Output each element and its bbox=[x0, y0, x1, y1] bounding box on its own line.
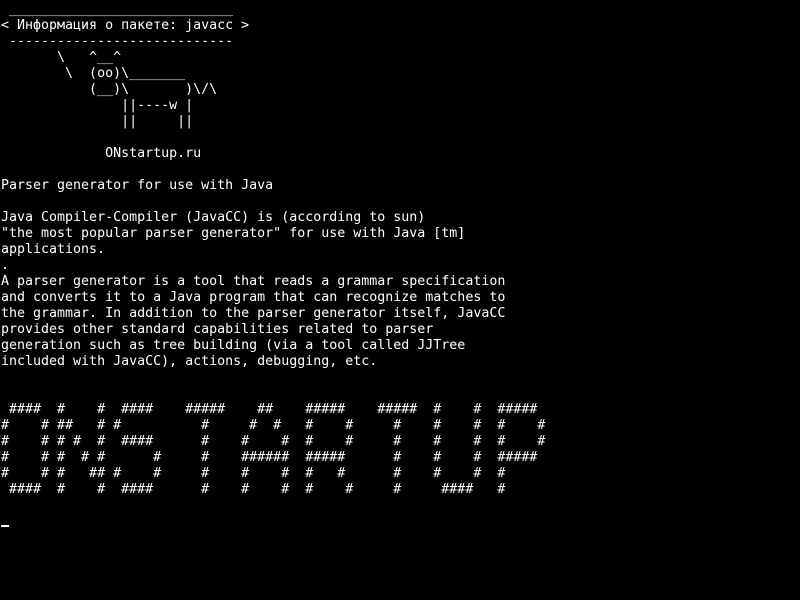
banner-art-line: #### # # #### ##### ## ##### ##### # # #… bbox=[1, 402, 538, 417]
cow-art-line: \ (oo)\_______ bbox=[1, 66, 186, 81]
description-separator: . bbox=[1, 258, 10, 273]
cow-art-line: \ ^__^ bbox=[1, 50, 122, 65]
banner-art-line: # # ## # # # # # # # # # # # # bbox=[1, 418, 546, 433]
banner-art-line: # # # ## # # # # # # # # # # # bbox=[1, 466, 506, 481]
cowsay-bottom-border: ---------------------------- bbox=[1, 34, 234, 49]
cow-art-line: ||----w | bbox=[1, 98, 194, 113]
terminal-screen[interactable]: ____________________________ < Информаци… bbox=[0, 0, 800, 600]
site-credit: ONstartup.ru bbox=[1, 146, 202, 161]
banner-art-line: # # # # # # # ###### ##### # # # ##### bbox=[1, 450, 538, 465]
cow-art-line: || || bbox=[1, 114, 194, 129]
cowsay-top-border: ____________________________ bbox=[1, 2, 234, 17]
description-line: Java Compiler-Compiler (JavaCC) is (acco… bbox=[1, 210, 426, 225]
description-line: applications. bbox=[1, 242, 106, 257]
description-line: included with JavaCC), actions, debuggin… bbox=[1, 354, 378, 369]
cowsay-message: < Информация о пакете: javacc > bbox=[1, 18, 250, 33]
package-summary: Parser generator for use with Java bbox=[1, 178, 274, 193]
text-cursor bbox=[1, 525, 9, 527]
description-line: "the most popular parser generator" for … bbox=[1, 226, 466, 241]
description-line: provides other standard capabilities rel… bbox=[1, 322, 434, 337]
description-line: the grammar. In addition to the parser g… bbox=[1, 306, 506, 321]
banner-art-line: # # # # # #### # # # # # # # # # # bbox=[1, 434, 546, 449]
banner-art-line: #### # # #### # # # # # # #### # bbox=[1, 482, 506, 497]
cow-art-line: (__)\ )\/\ bbox=[1, 82, 218, 97]
description-line: A parser generator is a tool that reads … bbox=[1, 274, 506, 289]
prompt-line[interactable] bbox=[1, 514, 800, 530]
description-line: generation such as tree building (via a … bbox=[1, 338, 466, 353]
description-line: and converts it to a Java program that c… bbox=[1, 290, 506, 305]
